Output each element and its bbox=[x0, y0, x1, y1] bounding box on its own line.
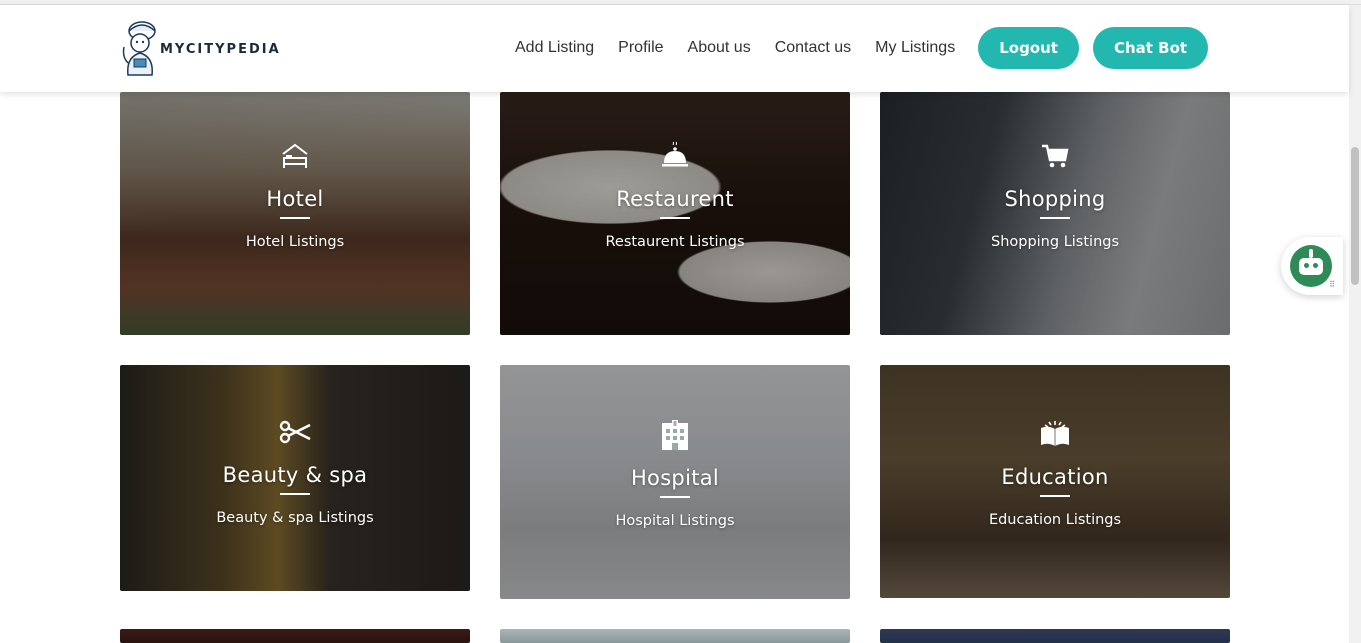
brand-name: MYCITYPEDIA bbox=[160, 41, 281, 57]
category-card-restaurent[interactable]: Restaurent Restaurent Listings bbox=[500, 92, 850, 335]
category-card-hotel[interactable]: Hotel Hotel Listings bbox=[120, 92, 470, 335]
card-title: Hotel bbox=[266, 187, 324, 211]
bed-icon bbox=[278, 139, 312, 173]
category-card-hospital[interactable]: Hospital Hospital Listings bbox=[500, 365, 850, 599]
category-card-shopping[interactable]: Shopping Shopping Listings bbox=[880, 92, 1230, 335]
category-card-beauty-spa[interactable]: Beauty & spa Beauty & spa Listings bbox=[120, 365, 470, 591]
title-underline bbox=[280, 493, 310, 495]
main-nav: Add Listing Profile About us Contact us … bbox=[503, 27, 1209, 69]
title-underline bbox=[280, 217, 310, 219]
title-underline bbox=[1040, 217, 1070, 219]
card-title: Beauty & spa bbox=[222, 463, 368, 487]
open-book-icon bbox=[1038, 417, 1072, 451]
card-title: Shopping bbox=[1004, 187, 1106, 211]
site-header: MYCITYPEDIA Add Listing Profile About us… bbox=[0, 5, 1349, 92]
nav-about-us[interactable]: About us bbox=[688, 28, 751, 68]
card-title: Restaurent bbox=[616, 187, 734, 211]
robot-icon bbox=[1290, 245, 1332, 287]
category-card-education[interactable]: Education Education Listings bbox=[880, 365, 1230, 598]
page-scrollbar[interactable] bbox=[1349, 5, 1361, 643]
title-underline bbox=[660, 496, 690, 498]
category-card-partial[interactable] bbox=[880, 629, 1230, 643]
shopping-cart-icon bbox=[1038, 139, 1072, 173]
drag-handle-icon[interactable]: ⠿ bbox=[1329, 280, 1335, 289]
card-title: Hospital bbox=[630, 466, 720, 490]
chat-bot-button[interactable]: Chat Bot bbox=[1092, 27, 1209, 69]
logo-mascot-icon bbox=[122, 21, 156, 76]
nav-add-listing[interactable]: Add Listing bbox=[515, 28, 594, 68]
title-underline bbox=[1040, 495, 1070, 497]
chatbot-widget[interactable]: ⠿ bbox=[1281, 237, 1343, 295]
card-subtitle: Hospital Listings bbox=[615, 513, 735, 529]
title-underline bbox=[660, 217, 690, 219]
card-subtitle: Shopping Listings bbox=[990, 234, 1120, 250]
card-subtitle: Education Listings bbox=[988, 512, 1122, 528]
card-subtitle: Beauty & spa Listings bbox=[216, 510, 374, 526]
nav-profile[interactable]: Profile bbox=[618, 28, 663, 68]
site-logo[interactable]: MYCITYPEDIA bbox=[120, 17, 281, 77]
nav-my-listings[interactable]: My Listings bbox=[875, 28, 955, 68]
hospital-icon bbox=[658, 418, 692, 452]
card-subtitle: Restaurent Listings bbox=[605, 234, 745, 250]
card-title: Education bbox=[1001, 465, 1109, 489]
category-card-partial[interactable] bbox=[500, 629, 850, 643]
nav-contact-us[interactable]: Contact us bbox=[775, 28, 851, 68]
card-subtitle: Hotel Listings bbox=[245, 234, 345, 250]
food-cloche-icon bbox=[658, 139, 692, 173]
scrollbar-thumb[interactable] bbox=[1351, 147, 1359, 285]
logout-button[interactable]: Logout bbox=[978, 27, 1079, 69]
category-card-partial[interactable] bbox=[120, 629, 470, 643]
scissors-icon bbox=[278, 415, 312, 449]
